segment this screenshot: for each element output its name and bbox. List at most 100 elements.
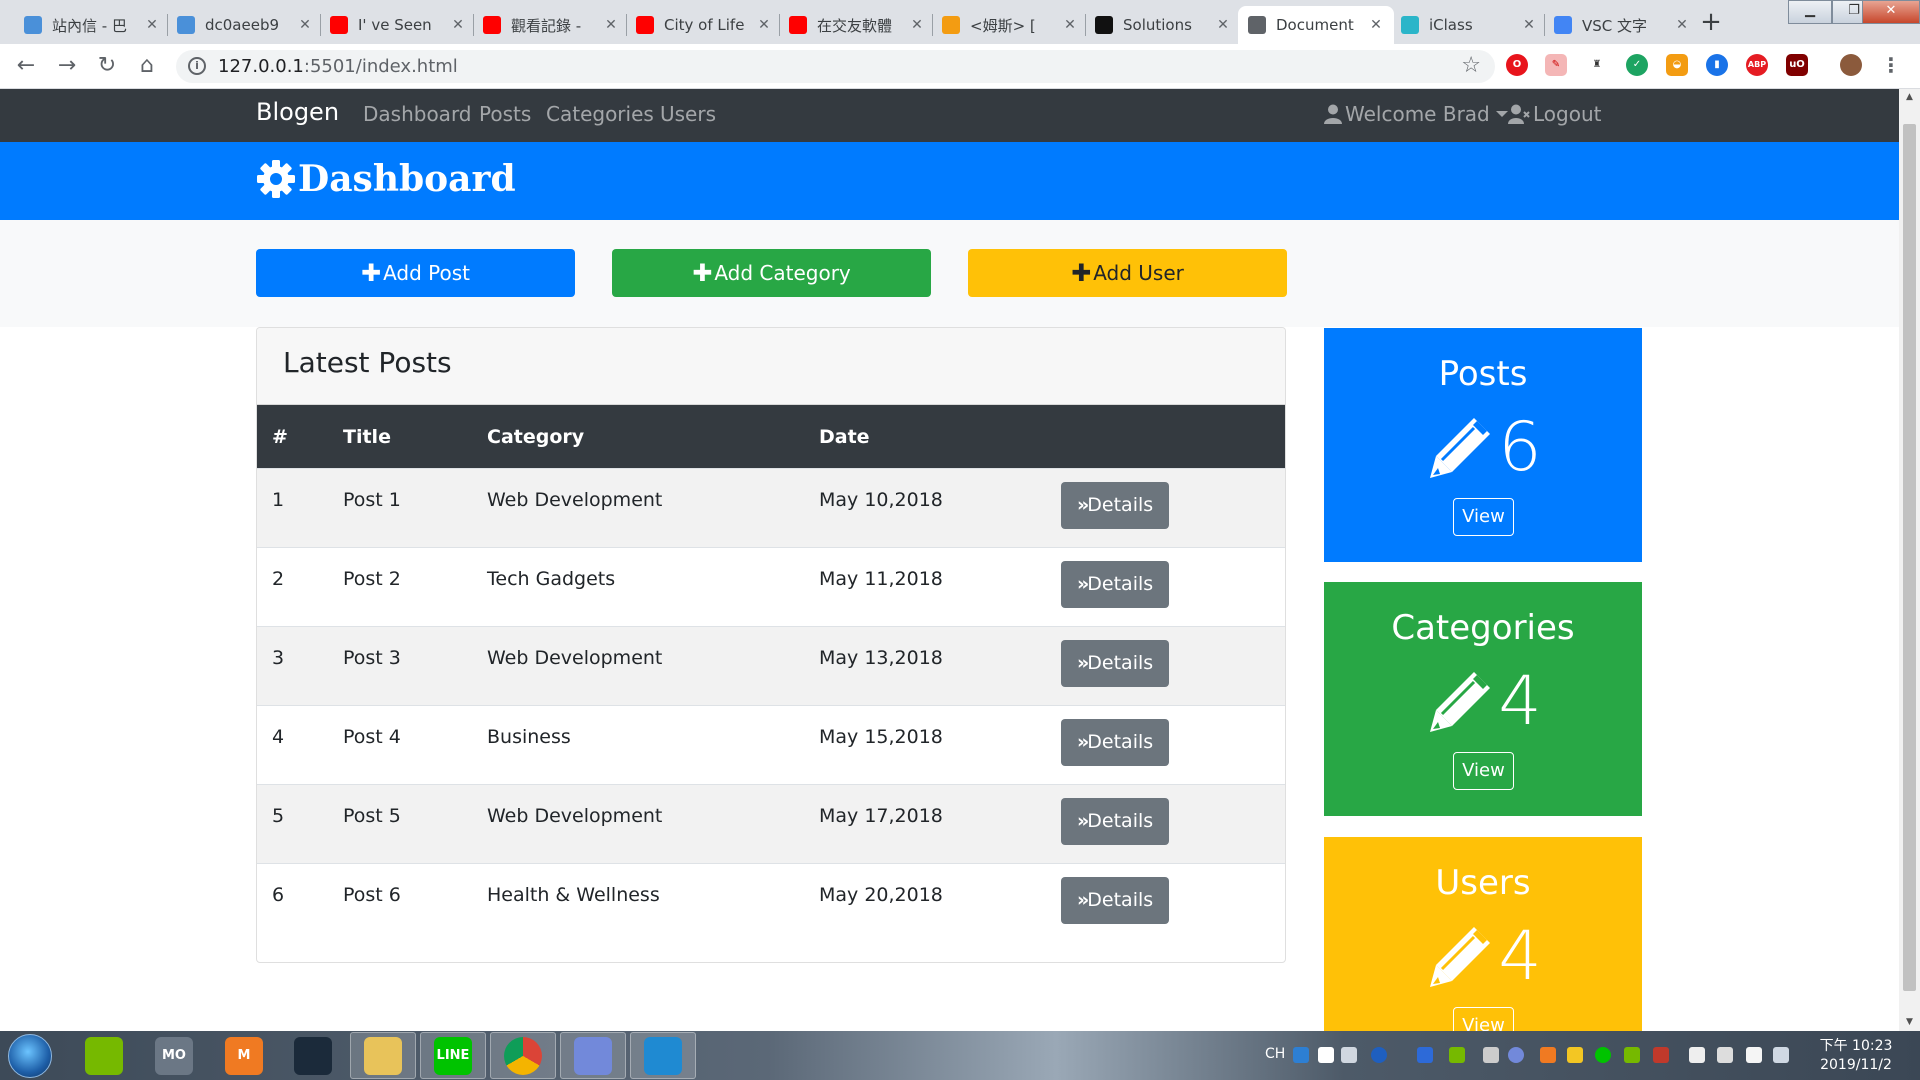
discord-tray-icon[interactable] bbox=[1508, 1047, 1524, 1063]
taskbar-clock[interactable]: 下午 10:23 2019/11/2 bbox=[1806, 1037, 1906, 1075]
brand-logo[interactable]: Blogen bbox=[256, 98, 339, 126]
taskbar-app[interactable]: M bbox=[211, 1032, 277, 1079]
address-bar[interactable]: i 127.0.0.1:5501/index.html ☆ bbox=[176, 50, 1495, 83]
scroll-thumb[interactable] bbox=[1903, 124, 1916, 991]
view-button[interactable]: View bbox=[1453, 498, 1514, 536]
bookmark-star-icon[interactable]: ☆ bbox=[1461, 53, 1481, 78]
taskbar-app[interactable] bbox=[490, 1032, 556, 1079]
taskbar-app[interactable]: LINE bbox=[420, 1032, 486, 1079]
network-tray-icon[interactable] bbox=[1689, 1047, 1705, 1063]
browser-tab[interactable]: Solutions ✕ bbox=[1085, 6, 1241, 44]
add-post-button[interactable]: ✚ Add Post bbox=[256, 249, 575, 297]
double-chevron-right-icon: » bbox=[1077, 573, 1089, 595]
tab-close-icon[interactable]: ✕ bbox=[1521, 17, 1537, 33]
display-tray-icon[interactable] bbox=[1773, 1047, 1789, 1063]
profile-avatar[interactable] bbox=[1840, 54, 1862, 76]
details-button[interactable]: » Details bbox=[1061, 639, 1170, 687]
taskbar-app[interactable] bbox=[560, 1032, 626, 1079]
opera-extension-icon[interactable]: O bbox=[1506, 54, 1528, 76]
back-icon[interactable]: ← bbox=[12, 52, 40, 80]
page-scrollbar[interactable]: ▲ ▼ bbox=[1899, 89, 1920, 1031]
add-category-button[interactable]: ✚ Add Category bbox=[612, 249, 931, 297]
bag-extension-icon[interactable]: ◒ bbox=[1666, 54, 1688, 76]
tab-close-icon[interactable]: ✕ bbox=[756, 17, 772, 33]
ime-icon[interactable] bbox=[1293, 1047, 1309, 1063]
nav-categories[interactable]: Categories bbox=[546, 102, 654, 126]
m-tray-icon[interactable] bbox=[1540, 1047, 1556, 1063]
tab-close-icon[interactable]: ✕ bbox=[909, 17, 925, 33]
view-button[interactable]: View bbox=[1453, 1007, 1514, 1031]
browser-tab[interactable]: I' ve Seen ✕ bbox=[320, 6, 476, 44]
input-language[interactable]: CH bbox=[1265, 1046, 1285, 1062]
ublock-extension-icon[interactable]: uO bbox=[1786, 54, 1808, 76]
taskbar-app[interactable]: MO bbox=[141, 1032, 207, 1079]
start-button[interactable] bbox=[8, 1034, 52, 1078]
taskbar-app[interactable] bbox=[71, 1032, 137, 1079]
bug-extension-icon[interactable]: ♜ bbox=[1586, 54, 1608, 76]
tab-close-icon[interactable]: ✕ bbox=[297, 17, 313, 33]
browser-tab[interactable]: dc0aeeb9 ✕ bbox=[167, 6, 323, 44]
tab-close-icon[interactable]: ✕ bbox=[450, 17, 466, 33]
tab-close-icon[interactable]: ✕ bbox=[1368, 17, 1384, 33]
browser-tab[interactable]: 站內信 - 巴 ✕ bbox=[14, 6, 170, 44]
nvidia-tray-icon[interactable] bbox=[1449, 1047, 1465, 1063]
taskbar-app[interactable] bbox=[350, 1032, 416, 1079]
geforce-tray-icon[interactable] bbox=[1624, 1047, 1640, 1063]
tab-close-icon[interactable]: ✕ bbox=[1215, 17, 1231, 33]
browser-tab[interactable]: Document ✕ bbox=[1238, 6, 1394, 44]
new-tab-button[interactable]: + bbox=[1695, 7, 1727, 39]
adblock-extension-icon[interactable]: ABP bbox=[1746, 54, 1768, 76]
add-user-button[interactable]: ✚ Add User bbox=[968, 249, 1287, 297]
action-center-flag-icon[interactable] bbox=[1746, 1047, 1762, 1063]
tab-close-icon[interactable]: ✕ bbox=[144, 17, 160, 33]
welcome-dropdown[interactable]: Welcome Brad bbox=[1324, 102, 1508, 126]
folder-tray-icon[interactable] bbox=[1567, 1047, 1583, 1063]
taskbar-app[interactable] bbox=[630, 1032, 696, 1079]
tab-title: 觀看記錄 - bbox=[511, 16, 582, 35]
reload-icon[interactable]: ↻ bbox=[93, 52, 121, 80]
tab-close-icon[interactable]: ✕ bbox=[1062, 17, 1078, 33]
col-title: Title bbox=[343, 426, 391, 449]
line-tray-icon[interactable] bbox=[1595, 1047, 1611, 1063]
home-icon[interactable]: ⌂ bbox=[133, 52, 161, 80]
keyboard-tray-icon[interactable] bbox=[1341, 1047, 1357, 1063]
tab-close-icon[interactable]: ✕ bbox=[603, 17, 619, 33]
m-icon: M bbox=[225, 1036, 263, 1075]
check-extension-icon[interactable]: ✓ bbox=[1626, 54, 1648, 76]
details-button[interactable]: » Details bbox=[1061, 560, 1170, 608]
details-button[interactable]: » Details bbox=[1061, 797, 1170, 845]
pdf-extension-icon[interactable]: ✎ bbox=[1545, 54, 1567, 76]
flag-tray-icon[interactable] bbox=[1417, 1047, 1433, 1063]
menu-kebab-icon[interactable]: ⋮ bbox=[1880, 54, 1902, 76]
browser-tab[interactable]: 在交友軟體 ✕ bbox=[779, 6, 935, 44]
volume-tray-icon[interactable] bbox=[1717, 1047, 1733, 1063]
browser-tab[interactable]: VSC 文字 ✕ bbox=[1544, 6, 1700, 44]
details-button[interactable]: » Details bbox=[1061, 481, 1170, 529]
tab-close-icon[interactable]: ✕ bbox=[1674, 17, 1690, 33]
minimize-button[interactable]: ▁ bbox=[1788, 0, 1832, 24]
nav-dashboard[interactable]: Dashboard bbox=[363, 102, 472, 126]
cursor-tray-icon[interactable] bbox=[1483, 1047, 1499, 1063]
view-button[interactable]: View bbox=[1453, 752, 1514, 790]
browser-tab[interactable]: 觀看記錄 - ✕ bbox=[473, 6, 629, 44]
browser-tab[interactable]: City of Life ✕ bbox=[626, 6, 782, 44]
details-button[interactable]: » Details bbox=[1061, 876, 1170, 924]
url-text[interactable]: 127.0.0.1:5501/index.html bbox=[218, 56, 458, 77]
nav-posts[interactable]: Posts bbox=[479, 102, 531, 126]
nav-users[interactable]: Users bbox=[660, 102, 716, 126]
close-window-button[interactable]: ✕ bbox=[1862, 0, 1920, 24]
scroll-down-arrow[interactable]: ▼ bbox=[1899, 1014, 1920, 1031]
bookmark-extension-icon[interactable]: ▮ bbox=[1706, 54, 1728, 76]
details-button[interactable]: » Details bbox=[1061, 718, 1170, 766]
browser-tab[interactable]: <姆斯> [✕ bbox=[932, 6, 1088, 44]
scroll-up-arrow[interactable]: ▲ bbox=[1899, 89, 1920, 106]
site-info-icon[interactable]: i bbox=[188, 57, 206, 75]
app-tray-icon[interactable] bbox=[1653, 1047, 1669, 1063]
logout-link[interactable]: Logout bbox=[1508, 102, 1601, 126]
forward-icon[interactable]: → bbox=[53, 52, 81, 80]
taskbar-app[interactable] bbox=[280, 1032, 346, 1079]
help-tray-icon[interactable] bbox=[1371, 1047, 1387, 1063]
tab-title: Document bbox=[1276, 16, 1354, 34]
browser-tab[interactable]: iClass ✕ bbox=[1391, 6, 1547, 44]
notepad-tray-icon[interactable] bbox=[1318, 1047, 1334, 1063]
